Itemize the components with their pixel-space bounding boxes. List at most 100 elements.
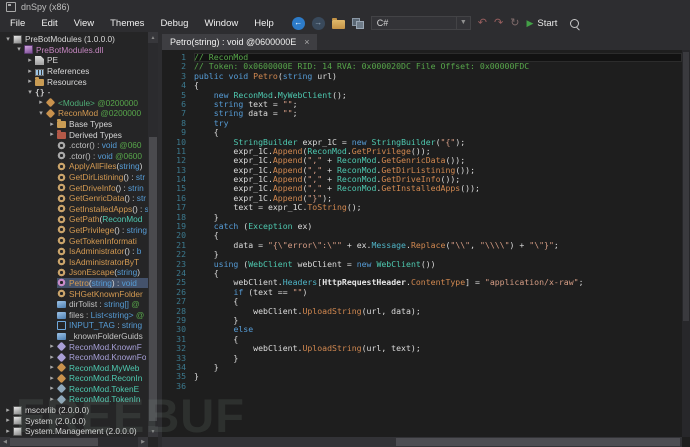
tree-item[interactable]: GetInstalledApps() : s	[0, 204, 148, 215]
editor-vertical-scrollbar[interactable]	[682, 50, 690, 437]
tree-item[interactable]: .cctor() : void @060	[0, 140, 148, 151]
tree-horizontal-scrollbar[interactable]: ◀ ▶	[0, 437, 148, 447]
menu-item-view[interactable]: View	[66, 16, 102, 31]
undo-icon[interactable]: ↶	[478, 17, 487, 29]
scroll-right-icon[interactable]: ▶	[138, 437, 148, 447]
tree-item[interactable]: INPUT_TAG : string	[0, 320, 148, 331]
chevron-down-icon[interactable]: ▼	[455, 17, 470, 29]
line-number[interactable]: 8	[162, 118, 194, 128]
expander-open-icon[interactable]: ▾	[25, 89, 35, 96]
expander-closed-icon[interactable]: ▸	[25, 57, 35, 64]
expander-open-icon[interactable]: ▾	[3, 36, 13, 43]
code-line[interactable]: 30 else	[162, 324, 682, 334]
tree-item[interactable]: ▸ Base Types	[0, 119, 148, 130]
tree-item[interactable]: ▾ PreBotModules (1.0.0.0)	[0, 34, 148, 45]
tree-item[interactable]: ▾ ReconMod @0200000	[0, 108, 148, 119]
open-folder-icon[interactable]	[331, 17, 345, 29]
code-line[interactable]: 26 if (text == "")	[162, 287, 682, 297]
line-number[interactable]: 4	[162, 80, 194, 90]
tree-item[interactable]: JsonEscape(string)	[0, 267, 148, 278]
code-line[interactable]: 28 webClient.UploadString(url, data);	[162, 306, 682, 316]
menu-item-help[interactable]: Help	[246, 16, 282, 31]
line-number[interactable]: 3	[162, 71, 194, 81]
language-selector[interactable]: C# ▼	[370, 16, 471, 30]
tree-item[interactable]: ▸ ReconMod.KnownFo	[0, 352, 148, 363]
tree-item[interactable]: GetPath(ReconMod	[0, 214, 148, 225]
scroll-down-icon[interactable]: ▼	[148, 426, 158, 437]
tab-petro[interactable]: Petro(string) : void @0600000E ×	[162, 34, 318, 50]
tree-item[interactable]: files : List<string> @	[0, 309, 148, 320]
expander-closed-icon[interactable]: ▸	[25, 78, 35, 85]
scroll-up-icon[interactable]: ▲	[148, 32, 158, 43]
tree-item[interactable]: GetDirListining() : str	[0, 172, 148, 183]
expander-closed-icon[interactable]: ▸	[47, 354, 57, 361]
code-line[interactable]: 36	[162, 381, 682, 391]
code-line[interactable]: 8 try	[162, 118, 682, 128]
menu-item-debug[interactable]: Debug	[152, 16, 196, 31]
menu-item-edit[interactable]: Edit	[33, 16, 65, 31]
tree-hscroll-thumb[interactable]	[10, 438, 98, 446]
windows-icon[interactable]	[351, 17, 364, 29]
code-line[interactable]: 35}	[162, 371, 682, 381]
tree-vscroll-thumb[interactable]	[149, 137, 157, 421]
tree-item[interactable]: ApplyAllFiles(string)	[0, 161, 148, 172]
tree-item[interactable]: dirTolist : string[] @	[0, 299, 148, 310]
start-button[interactable]: ▶ Start	[526, 18, 557, 29]
expander-closed-icon[interactable]: ▸	[3, 417, 13, 424]
tree-item[interactable]: _knownFolderGuids	[0, 331, 148, 342]
expander-closed-icon[interactable]: ▸	[47, 385, 57, 392]
code-line[interactable]: 17 text = expr_1C.ToString();	[162, 202, 682, 212]
editor-vscroll-thumb[interactable]	[683, 52, 689, 321]
tree-item[interactable]: GetPrivilege() : string	[0, 225, 148, 236]
expander-closed-icon[interactable]: ▸	[47, 343, 57, 350]
code-line[interactable]: 32 webClient.UploadString(url, text);	[162, 343, 682, 353]
tree-vertical-scrollbar[interactable]: ▲ ▼	[148, 32, 158, 437]
line-number[interactable]: 2	[162, 61, 194, 71]
tree-item[interactable]: ▸ ReconMod.ReconIn	[0, 373, 148, 384]
tree-item[interactable]: GetTokenInformati	[0, 235, 148, 246]
tree-item[interactable]: ▸ ReconMod.TokenIn	[0, 394, 148, 405]
line-number[interactable]: 6	[162, 99, 194, 109]
expander-closed-icon[interactable]: ▸	[25, 68, 35, 75]
navigate-back-icon[interactable]: ←	[291, 16, 305, 30]
code-line[interactable]: 3 public void Petro(string url)	[162, 71, 682, 81]
expander-closed-icon[interactable]: ▸	[47, 131, 57, 138]
expander-closed-icon[interactable]: ▸	[47, 375, 57, 382]
tree-item[interactable]: ▸ Resources	[0, 76, 148, 87]
menu-item-file[interactable]: File	[2, 16, 33, 31]
tree-item[interactable]: SHGetKnownFolder	[0, 288, 148, 299]
expander-closed-icon[interactable]: ▸	[47, 396, 57, 403]
editor-horizontal-scrollbar[interactable]	[162, 437, 682, 447]
tree-item[interactable]: ▸ References	[0, 66, 148, 77]
tree-item[interactable]: ▾{} -	[0, 87, 148, 98]
tree-item[interactable]: ▸ System.Management (2.0.0.0)	[0, 426, 148, 437]
tree-item[interactable]: ▸ ReconMod.TokenE	[0, 384, 148, 395]
code-line[interactable]: 33 }	[162, 353, 682, 363]
tree-item[interactable]: IsAdministrator() : b	[0, 246, 148, 257]
code-line[interactable]: 21 data = "{\"error\":\"" + ex.Message.R…	[162, 240, 682, 250]
code-line[interactable]: 7 string data = "";	[162, 108, 682, 118]
expander-closed-icon[interactable]: ▸	[3, 407, 13, 414]
line-number[interactable]: 7	[162, 108, 194, 118]
line-number[interactable]: 1	[162, 52, 194, 62]
code-editor[interactable]: 1// ReconMod 2// Token: 0x0600000E RID: 1…	[162, 50, 682, 437]
menu-item-window[interactable]: Window	[196, 16, 246, 31]
tree-item[interactable]: GetDriveInfo() : strin	[0, 182, 148, 193]
tree-item[interactable]: ▸ ReconMod.KnownF	[0, 341, 148, 352]
tree-item[interactable]: ▸ ReconMod.MyWeb	[0, 362, 148, 373]
tree-item[interactable]: ▸ System (2.0.0.0)	[0, 415, 148, 426]
tree-item[interactable]: GetGenricData() : str	[0, 193, 148, 204]
expander-closed-icon[interactable]: ▸	[47, 364, 57, 371]
history-icon[interactable]: ↻	[510, 17, 519, 29]
expander-closed-icon[interactable]: ▸	[47, 121, 57, 128]
tree-item[interactable]: Petro(string) : void	[0, 277, 148, 289]
line-number[interactable]: 36	[162, 381, 194, 391]
search-icon[interactable]	[570, 18, 580, 28]
expander-closed-icon[interactable]: ▸	[3, 428, 13, 435]
scroll-left-icon[interactable]: ◀	[0, 437, 10, 447]
code-line[interactable]: 34 }	[162, 362, 682, 372]
tree-item[interactable]: ▸ <Module> @0200000	[0, 98, 148, 109]
expander-closed-icon[interactable]: ▸	[36, 99, 46, 106]
close-icon[interactable]: ×	[304, 37, 309, 47]
tree-item[interactable]: .ctor() : void @0600	[0, 151, 148, 162]
